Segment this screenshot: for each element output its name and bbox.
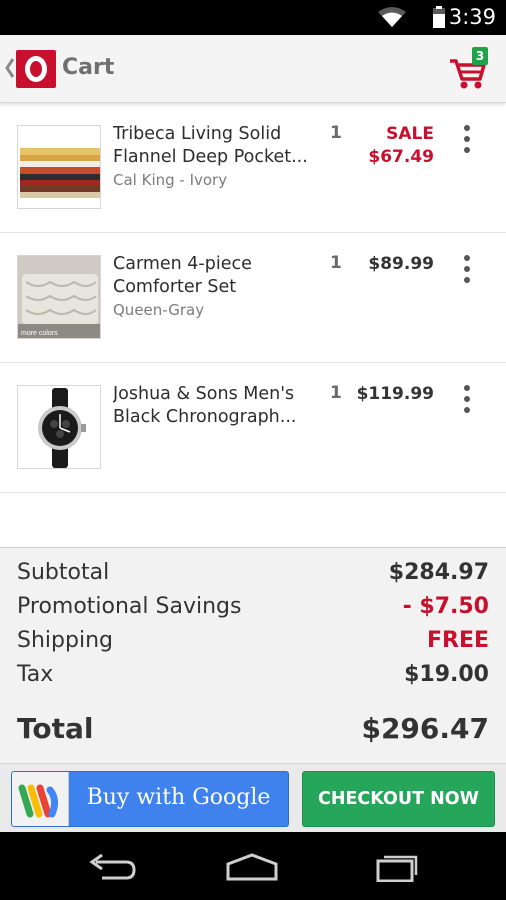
action-bar: Cart 3: [0, 35, 506, 103]
overflow-menu-icon[interactable]: [454, 383, 480, 415]
shipping-row: Shipping FREE: [17, 628, 489, 658]
product-thumbnail[interactable]: more colors: [17, 255, 101, 339]
system-nav-bar: [0, 832, 506, 900]
product-name[interactable]: Joshua & Sons Men's Black Chronograph...: [113, 383, 313, 429]
back-icon[interactable]: [82, 852, 142, 882]
overflow-menu-icon[interactable]: [454, 253, 480, 285]
product-thumbnail[interactable]: [17, 385, 101, 469]
tax-row: Tax $19.00: [17, 662, 489, 692]
product-name-line1: Carmen 4-piece: [113, 254, 252, 274]
product-price: $119.99: [356, 384, 434, 404]
shipping-value: FREE: [426, 628, 489, 653]
product-name-line2: Comforter Set: [113, 277, 237, 297]
order-summary: Subtotal $284.97 Promotional Savings - $…: [0, 547, 506, 763]
sale-label: SALE: [386, 124, 434, 144]
cart-item[interactable]: more colors Carmen 4-piece Comforter Set…: [0, 233, 506, 363]
product-quantity[interactable]: 1: [330, 123, 342, 143]
product-variant: Queen-Gray: [113, 301, 205, 319]
tax-label: Tax: [17, 662, 54, 687]
subtotal-row: Subtotal $284.97: [17, 560, 489, 590]
buy-with-google-label: Buy with Google: [86, 785, 271, 810]
product-variant: Cal King - Ivory: [113, 171, 228, 189]
up-caret-icon[interactable]: [5, 57, 15, 79]
buy-with-google-button[interactable]: Buy with Google: [11, 771, 289, 827]
product-name-line2: Flannel Deep Pocket...: [113, 147, 308, 167]
home-icon[interactable]: [222, 852, 282, 882]
recents-icon[interactable]: [364, 852, 424, 882]
sale-price: $67.49: [368, 147, 434, 167]
tax-value: $19.00: [404, 662, 489, 687]
checkout-button-bar: Buy with Google CHECKOUT NOW: [0, 763, 506, 832]
wifi-icon: [378, 7, 406, 27]
checkout-now-button[interactable]: CHECKOUT NOW: [302, 771, 495, 827]
product-name-line1: Joshua & Sons Men's: [113, 384, 295, 404]
product-quantity[interactable]: 1: [330, 253, 342, 273]
cart-item[interactable]: Tribeca Living Solid Flannel Deep Pocket…: [0, 103, 506, 233]
total-row: Total $296.47: [17, 712, 489, 750]
product-name[interactable]: Carmen 4-piece Comforter Set: [113, 253, 313, 299]
savings-row: Promotional Savings - $7.50: [17, 594, 489, 624]
product-price: SALE $67.49: [368, 123, 434, 169]
product-name-line2: Black Chronograph...: [113, 407, 297, 427]
shipping-label: Shipping: [17, 628, 113, 653]
battery-icon: [433, 6, 445, 28]
cart-count-badge: 3: [472, 47, 488, 65]
overflow-menu-icon[interactable]: [454, 123, 480, 155]
total-label: Total: [17, 712, 94, 745]
cart-item[interactable]: Joshua & Sons Men's Black Chronograph...…: [0, 363, 506, 493]
product-price: $89.99: [368, 254, 434, 274]
product-name[interactable]: Tribeca Living Solid Flannel Deep Pocket…: [113, 123, 313, 169]
savings-value: - $7.50: [402, 594, 489, 619]
status-time: 3:39: [448, 5, 496, 29]
savings-label: Promotional Savings: [17, 594, 242, 619]
thumbnail-caption: more colors: [21, 330, 58, 337]
subtotal-label: Subtotal: [17, 560, 110, 585]
page-title: Cart: [62, 55, 115, 80]
subtotal-value: $284.97: [388, 560, 489, 585]
cart-list: Tribeca Living Solid Flannel Deep Pocket…: [0, 103, 506, 493]
product-thumbnail[interactable]: [17, 125, 101, 209]
product-name-line1: Tribeca Living Solid: [113, 124, 282, 144]
google-wallet-icon: [12, 772, 69, 826]
product-quantity[interactable]: 1: [330, 383, 342, 403]
total-value: $296.47: [361, 712, 489, 745]
app-logo[interactable]: [16, 50, 56, 88]
status-bar: 3:39: [0, 0, 506, 35]
